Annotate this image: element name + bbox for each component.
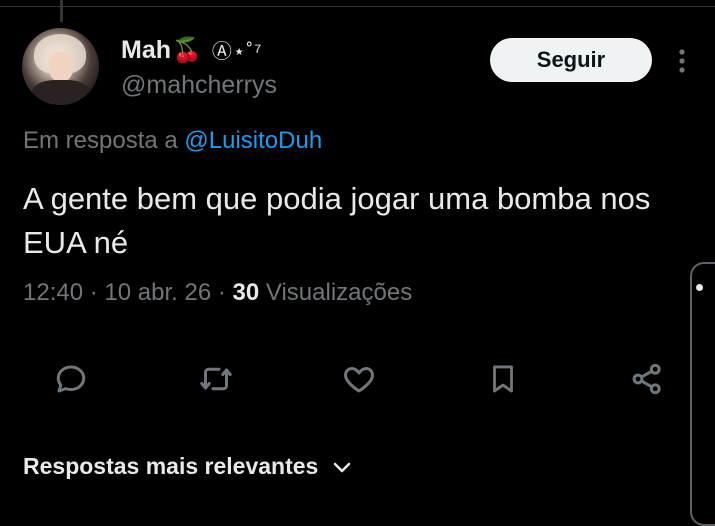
share-button[interactable] — [628, 360, 666, 398]
user-handle[interactable]: @mahcherrys — [121, 71, 277, 100]
tweet-time[interactable]: 12:40 — [23, 279, 83, 306]
display-name[interactable]: Mah🍒 Ⓐ⋆˚⁷ — [121, 35, 262, 65]
name-decoration: Ⓐ⋆˚⁷ — [211, 41, 263, 63]
replies-sort-dropdown[interactable]: Respostas mais relevantes — [23, 453, 352, 480]
chevron-down-icon — [332, 460, 352, 474]
tweet-date[interactable]: 10 abr. 26 — [104, 279, 211, 306]
tweet-text: A gente bem que podia jogar uma bomba no… — [23, 181, 651, 260]
avatar[interactable] — [22, 28, 99, 105]
views-label[interactable]: Visualizações — [266, 279, 412, 306]
follow-button[interactable]: Seguir — [490, 38, 652, 82]
like-icon — [344, 367, 374, 393]
more-vertical-icon — [679, 49, 685, 73]
share-icon — [632, 363, 661, 395]
side-overlay-panel[interactable] — [690, 262, 715, 526]
reply-prefix: Em resposta a — [23, 127, 178, 154]
replies-sort-label: Respostas mais relevantes — [23, 453, 319, 479]
retweet-button[interactable] — [197, 360, 235, 398]
reply-context: Em resposta a @LuisitoDuh — [23, 127, 322, 155]
views-count[interactable]: 30 — [233, 279, 260, 306]
mention-link[interactable]: @LuisitoDuh — [184, 127, 322, 154]
panel-indicator-dot — [696, 284, 703, 291]
tweet-meta: 12:40 · 10 abr. 26 · 30 Visualizações — [23, 279, 412, 307]
meta-separator: · — [89, 279, 98, 306]
bookmark-icon — [493, 365, 513, 393]
more-options-button[interactable] — [670, 45, 694, 77]
cherry-emoji: 🍒 — [172, 37, 202, 64]
like-button[interactable] — [340, 360, 378, 398]
bookmark-button[interactable] — [484, 360, 522, 398]
top-divider — [0, 6, 715, 7]
display-name-text: Mah — [121, 36, 171, 64]
meta-separator: · — [217, 279, 226, 306]
thread-connector-line — [60, 0, 63, 22]
reply-button[interactable] — [52, 360, 90, 398]
reply-icon — [56, 365, 86, 393]
retweet-icon — [200, 367, 232, 391]
